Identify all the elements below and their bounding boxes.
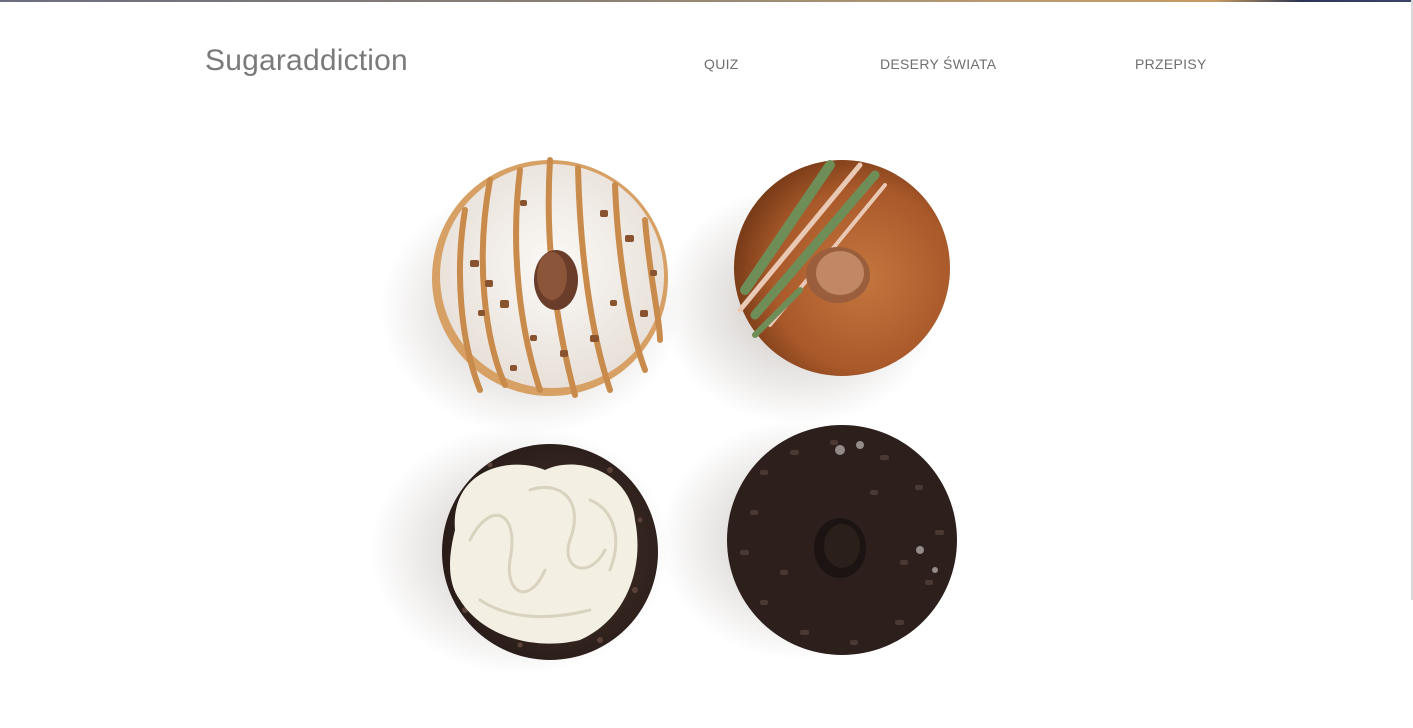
donut-chocolate-sprinkles xyxy=(660,420,957,660)
donut-white-caramel xyxy=(380,157,680,435)
chocolate-cupcake-cream xyxy=(370,425,670,675)
nav-link-desery-swiata[interactable]: DESERY ŚWIATA xyxy=(880,56,996,72)
donut-brown-striped xyxy=(660,160,950,425)
site-header: Sugaraddiction QUIZ DESERY ŚWIATA PRZEPI… xyxy=(0,0,1413,120)
nav-link-przepisy[interactable]: PRZEPISY xyxy=(1135,56,1207,72)
nav-link-quiz[interactable]: QUIZ xyxy=(704,56,739,72)
site-logo[interactable]: Sugaraddiction xyxy=(205,44,408,78)
hero-donuts-image xyxy=(360,140,1000,700)
